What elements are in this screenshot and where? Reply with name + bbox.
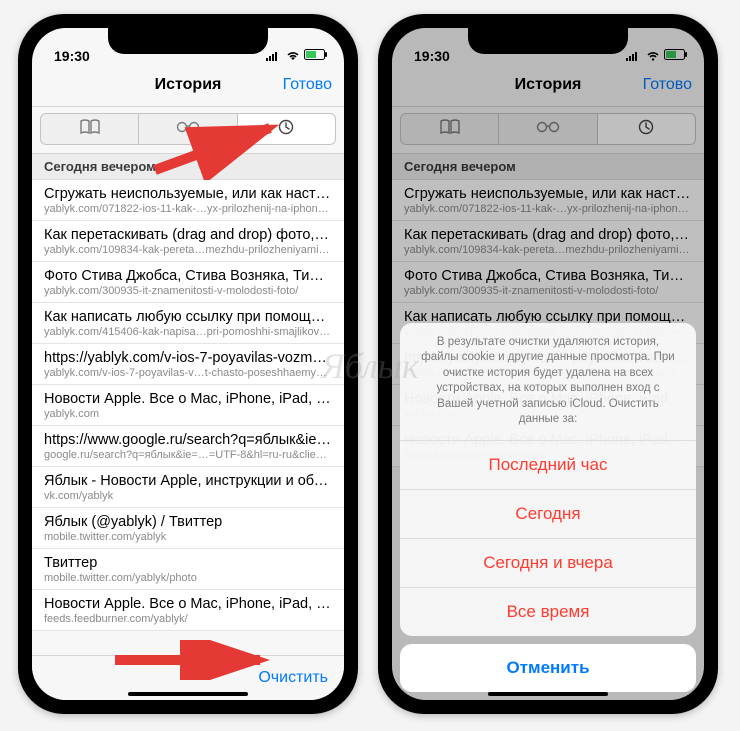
list-item[interactable]: Сгружать неиспользуемые, или как настрои… [32,180,344,221]
signal-icon [266,48,282,64]
canvas: 19:30 История Готово [0,0,740,731]
status-icons [266,48,328,64]
item-title: Как перетаскивать (drag and drop) фото, … [44,227,332,243]
clear-today-yesterday-button[interactable]: Сегодня и вчера [400,539,696,588]
action-sheet: В результате очистки удаляются история, … [400,323,696,692]
item-title: Твиттер [44,555,332,571]
glasses-icon [176,120,200,138]
nav-header: История Готово [32,66,344,107]
item-title: https://www.google.ru/search?q=яблык&ie=… [44,432,332,448]
item-title: Сгружать неиспользуемые, или как настрои… [44,186,332,202]
home-indicator [128,692,248,696]
list-item[interactable]: Как перетаскивать (drag and drop) фото, … [32,221,344,262]
item-title: https://yablyk.com/v-ios-7-poyavilas-voz… [44,350,332,366]
list-item[interactable]: https://www.google.ru/search?q=яблык&ie=… [32,426,344,467]
item-url: vk.com/yablyk [44,490,332,502]
list-item[interactable]: Твиттерmobile.twitter.com/yablyk/photo [32,549,344,590]
cancel-button[interactable]: Отменить [400,644,696,692]
item-url: google.ru/search?q=яблык&ie=…=UTF-8&hl=r… [44,449,332,461]
clear-today-button[interactable]: Сегодня [400,490,696,539]
notch [468,28,628,54]
list-item[interactable]: Как написать любую ссылку при помощи см…… [32,303,344,344]
item-title: Новости Apple. Все о Mac, iPhone, iPad, … [44,596,332,612]
item-title: Яблык - Новости Apple, инструкции и обзо… [44,473,332,489]
clear-button[interactable]: Очистить [258,669,328,687]
item-url: yablyk.com/v-ios-7-poyavilas-v…t-chasto-… [44,367,332,379]
history-list[interactable]: Сгружать неиспользуемые, или как настрои… [32,180,344,631]
list-item[interactable]: Новости Apple. Все о Mac, iPhone, iPad, … [32,590,344,631]
phone-right: 19:30 История Готово Сегодня вечером Сгр… [378,14,718,714]
notch [108,28,268,54]
item-url: yablyk.com/071822-ios-11-kak-…yx-prilozh… [44,203,332,215]
battery-icon [304,48,328,64]
segmented-control[interactable] [32,107,344,154]
status-time: 19:30 [54,48,90,64]
item-url: mobile.twitter.com/yablyk/photo [44,572,332,584]
clear-all-time-button[interactable]: Все время [400,588,696,636]
list-item[interactable]: Фото Стива Джобса, Стива Возняка, Тима К… [32,262,344,303]
section-header: Сегодня вечером [32,154,344,180]
item-title: Фото Стива Джобса, Стива Возняка, Тима К… [44,268,332,284]
list-item[interactable]: Яблык (@yablyk) / Твиттерmobile.twitter.… [32,508,344,549]
book-icon [80,119,100,140]
item-url: yablyk.com/415406-kak-napisa…pri-pomoshh… [44,326,332,338]
sheet-group: В результате очистки удаляются история, … [400,323,696,636]
screen-right: 19:30 История Готово Сегодня вечером Сгр… [392,28,704,700]
item-title: Как написать любую ссылку при помощи см… [44,309,332,325]
list-item[interactable]: Новости Apple. Все о Mac, iPhone, iPad, … [32,385,344,426]
tab-bookmarks[interactable] [40,113,139,145]
tab-readinglist[interactable] [139,113,237,145]
screen-left: 19:30 История Готово [32,28,344,700]
wifi-icon [286,48,300,64]
item-url: mobile.twitter.com/yablyk [44,531,332,543]
clock-icon [278,119,294,140]
item-title: Новости Apple. Все о Mac, iPhone, iPad, … [44,391,332,407]
home-indicator [488,692,608,696]
item-title: Яблык (@yablyk) / Твиттер [44,514,332,530]
item-url: yablyk.com [44,408,332,420]
item-url: yablyk.com/300935-it-znamenitosti-v-molo… [44,285,332,297]
sheet-message: В результате очистки удаляются история, … [400,323,696,441]
clear-last-hour-button[interactable]: Последний час [400,441,696,490]
item-url: feeds.feedburner.com/yablyk/ [44,613,332,625]
phone-left: 19:30 История Готово [18,14,358,714]
list-item[interactable]: https://yablyk.com/v-ios-7-poyavilas-voz… [32,344,344,385]
item-url: yablyk.com/109834-kak-pereta…mezhdu-pril… [44,244,332,256]
tab-history[interactable] [238,113,336,145]
done-button[interactable]: Готово [283,76,332,94]
list-item[interactable]: Яблык - Новости Apple, инструкции и обзо… [32,467,344,508]
